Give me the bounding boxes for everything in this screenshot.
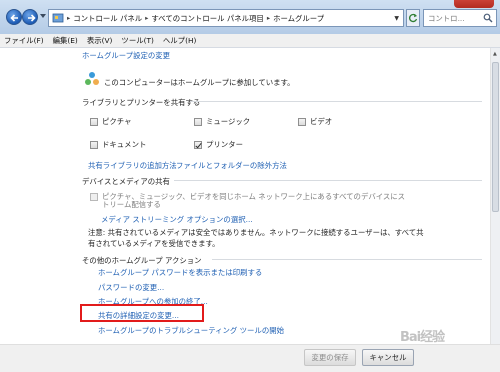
- scroll-up-icon[interactable]: ▲: [493, 51, 497, 57]
- section-divider: [212, 259, 482, 260]
- menu-file[interactable]: ファイル(F): [4, 35, 44, 46]
- checkbox-box[interactable]: [90, 192, 98, 201]
- change-password-link[interactable]: パスワードの変更...: [98, 282, 164, 293]
- scrollbar-thumb[interactable]: [492, 62, 499, 212]
- checkbox-box[interactable]: [194, 117, 202, 126]
- navigation-bar: ▸ コントロール パネル ▸ すべてのコントロール パネル項目 ▸ ホームグルー…: [0, 0, 500, 34]
- menu-help[interactable]: ヘルプ(H): [163, 35, 197, 46]
- checkbox-box[interactable]: [298, 117, 306, 126]
- explorer-window: ▸ コントロール パネル ▸ すべてのコントロール パネル項目 ▸ ホームグルー…: [0, 0, 500, 372]
- other-actions-title: その他のホームグループ アクション: [82, 256, 202, 265]
- close-window-button[interactable]: [454, 0, 494, 8]
- checkbox-box[interactable]: [194, 140, 202, 149]
- control-panel-icon: [52, 13, 64, 23]
- forward-button[interactable]: [22, 9, 38, 25]
- breadcrumb-control-panel[interactable]: コントロール パネル: [73, 13, 142, 24]
- chevron-right-icon: ▸: [266, 14, 271, 22]
- checkbox-documents[interactable]: ドキュメント: [90, 139, 146, 150]
- checkbox-box[interactable]: [90, 117, 98, 126]
- breadcrumb-all-items[interactable]: すべてのコントロール パネル項目: [151, 13, 263, 24]
- breadcrumb-homegroup[interactable]: ホームグループ: [273, 13, 324, 24]
- checkbox-label: ビデオ: [310, 117, 333, 126]
- checkbox-music[interactable]: ミュージック: [194, 116, 250, 127]
- view-print-password-link[interactable]: ホームグループ パスワードを表示または印刷する: [98, 267, 262, 278]
- checkbox-label: ピクチャ: [102, 117, 132, 126]
- stream-label-continued: トリーム配信する: [102, 200, 161, 209]
- watermark-logo: Bai经验: [400, 330, 445, 345]
- menu-edit[interactable]: 編集(E): [53, 35, 78, 46]
- back-arrow-icon: [10, 14, 18, 22]
- media-streaming-options-link[interactable]: メディア ストリーミング オプションの選択...: [101, 214, 253, 225]
- chevron-right-icon: ▸: [67, 14, 71, 22]
- homegroup-status-text: このコンピューターはホームグループに参加しています。: [104, 78, 295, 87]
- search-icon: [483, 13, 493, 23]
- section-divider: [174, 180, 482, 181]
- troubleshooter-link[interactable]: ホームグループのトラブルシューティング ツールの開始: [98, 325, 284, 336]
- exclude-files-link[interactable]: ファイルとフォルダーの除外方法: [176, 160, 287, 171]
- change-homegroup-settings-link[interactable]: ホームグループ設定の変更: [82, 50, 170, 61]
- share-section-title: ライブラリとプリンターを共有する: [82, 98, 201, 107]
- search-input[interactable]: コントロ...: [423, 9, 497, 27]
- checkbox-box[interactable]: [90, 140, 98, 149]
- forward-arrow-icon: [28, 14, 36, 22]
- checkbox-label: ミュージック: [206, 117, 251, 126]
- refresh-icon: [409, 13, 418, 23]
- checkbox-printers[interactable]: プリンター: [194, 139, 243, 150]
- media-section-title: デバイスとメディアの共有: [82, 177, 170, 186]
- back-button[interactable]: [6, 9, 22, 25]
- chevron-right-icon: ▸: [145, 14, 149, 22]
- menu-bar: ファイル(F) 編集(E) 表示(V) ツール(T) ヘルプ(H): [0, 34, 500, 48]
- refresh-button[interactable]: [406, 9, 420, 27]
- add-library-link[interactable]: 共有ライブラリの追加方法: [88, 160, 177, 171]
- section-divider: [190, 101, 482, 102]
- menu-tools[interactable]: ツール(T): [121, 35, 153, 46]
- search-placeholder: コントロ...: [428, 13, 465, 23]
- chevron-down-icon[interactable]: ▼: [394, 15, 399, 22]
- save-changes-label: 変更の保存: [311, 353, 349, 362]
- recent-pages-dropdown-icon[interactable]: [40, 13, 46, 19]
- save-changes-button[interactable]: 変更の保存: [304, 349, 356, 366]
- cancel-label: キャンセル: [369, 353, 407, 362]
- checkbox-label: プリンター: [206, 140, 243, 149]
- vertical-scrollbar[interactable]: ▲: [490, 48, 500, 348]
- security-note-line1: 注意: 共有されているメディアは安全ではありません。ネットワークに接続するユーザ…: [88, 228, 424, 237]
- security-note-line2: 有されているメディアを受信できます。: [88, 239, 220, 248]
- checkbox-label: ドキュメント: [102, 140, 147, 149]
- checkbox-videos[interactable]: ビデオ: [298, 116, 332, 127]
- highlight-box: [80, 304, 204, 322]
- footer-bar: [0, 344, 500, 372]
- address-bar[interactable]: ▸ コントロール パネル ▸ すべてのコントロール パネル項目 ▸ ホームグルー…: [48, 9, 404, 27]
- homegroup-icon: [85, 72, 99, 85]
- checkbox-pictures[interactable]: ピクチャ: [90, 116, 132, 127]
- menu-view[interactable]: 表示(V): [87, 35, 113, 46]
- cancel-button[interactable]: キャンセル: [362, 349, 414, 366]
